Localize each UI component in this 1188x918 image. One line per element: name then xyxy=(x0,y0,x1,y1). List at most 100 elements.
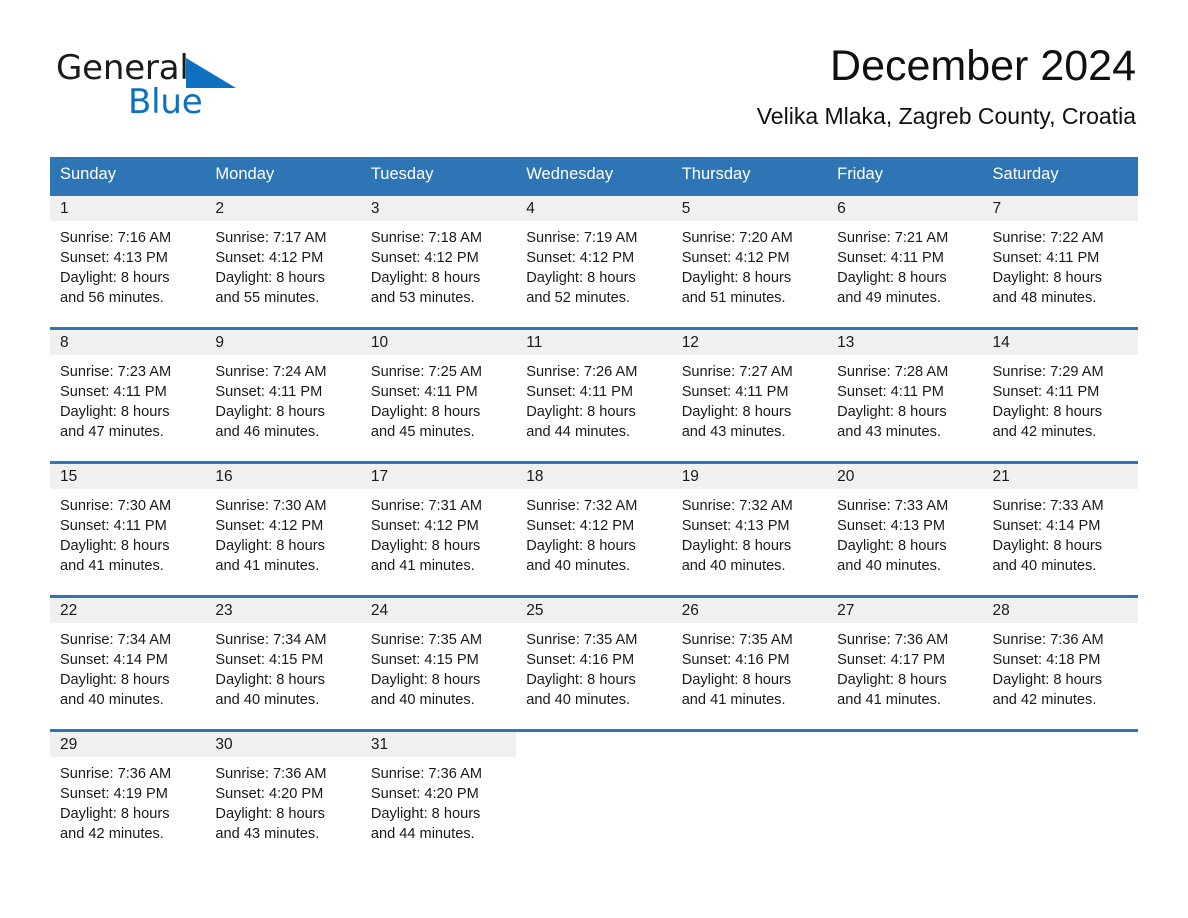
sunset-text: Sunset: 4:15 PM xyxy=(370,652,479,668)
daylight-text-line1: Daylight: 8 hours xyxy=(370,538,481,554)
daylight-text-line2: and 41 minutes. xyxy=(60,558,164,574)
day-details: Sunrise: 7:19 AM Sunset: 4:12 PM Daylight:… xyxy=(516,221,671,308)
daylight-text-line1: Daylight: 8 hours xyxy=(681,270,792,286)
daylight-text-line2: and 48 minutes. xyxy=(992,290,1097,306)
daylight-text-line2: and 43 minutes. xyxy=(215,826,320,842)
daylight-text-line2: and 42 minutes. xyxy=(992,692,1097,708)
calendar-day-cell[interactable]: 9 Sunrise: 7:24 AM Sunset: 4:11 PM Daylight… xyxy=(205,327,361,463)
sunrise-text: Sunrise: 7:36 AM xyxy=(837,632,949,648)
calendar-day-cell[interactable]: 6 Sunrise: 7:21 AM Sunset: 4:11 PM Daylight… xyxy=(827,193,983,329)
calendar-day-cell[interactable]: 29 Sunrise: 7:36 AM Sunset: 4:19 PM Dayligh… xyxy=(50,729,206,850)
sunrise-text: Sunrise: 7:35 AM xyxy=(370,632,482,648)
daylight-text-line2: and 44 minutes. xyxy=(370,826,475,842)
sunset-text: Sunset: 4:12 PM xyxy=(370,250,479,266)
calendar-day-cell-empty xyxy=(982,729,1138,850)
daylight-text-line1: Daylight: 8 hours xyxy=(526,672,636,688)
calendar-day-cell[interactable]: 8 Sunrise: 7:23 AM Sunset: 4:11 PM Daylight… xyxy=(50,327,206,463)
calendar-day-cell[interactable]: 7 Sunrise: 7:22 AM Sunset: 4:11 PM Daylight… xyxy=(982,193,1138,329)
calendar-day-cell[interactable]: 13 Sunrise: 7:28 AM Sunset: 4:11 PM Dayligh… xyxy=(827,327,983,463)
calendar-day-cell[interactable]: 5 Sunrise: 7:20 AM Sunset: 4:12 PM Daylight… xyxy=(671,193,828,329)
daylight-text-line1: Daylight: 8 hours xyxy=(370,672,481,688)
day-details xyxy=(516,757,671,764)
sunrise-text: Sunrise: 7:36 AM xyxy=(370,766,482,782)
sunrise-text: Sunrise: 7:30 AM xyxy=(215,498,327,514)
sunset-text: Sunset: 4:17 PM xyxy=(837,652,946,668)
day-number: 22 xyxy=(60,602,78,619)
day-number: 8 xyxy=(60,334,69,351)
day-number: 24 xyxy=(370,602,389,619)
calendar-day-cell[interactable]: 1 Sunrise: 7:16 AM Sunset: 4:13 PM Daylight… xyxy=(50,193,206,329)
calendar-day-cell[interactable]: 4 Sunrise: 7:19 AM Sunset: 4:12 PM Daylight… xyxy=(516,193,672,329)
sunset-text: Sunset: 4:12 PM xyxy=(526,518,635,534)
sunrise-text: Sunrise: 7:32 AM xyxy=(681,498,793,514)
calendar-day-cell[interactable]: 12 Sunrise: 7:27 AM Sunset: 4:11 PM Dayligh… xyxy=(671,327,828,463)
calendar-day-cell[interactable]: 24 Sunrise: 7:35 AM Sunset: 4:15 PM Dayligh… xyxy=(360,595,517,731)
day-number-band: 14 xyxy=(982,330,1138,355)
sunset-text: Sunset: 4:16 PM xyxy=(681,652,790,668)
sunset-text: Sunset: 4:16 PM xyxy=(526,652,635,668)
calendar-week-row: 15 Sunrise: 7:30 AM Sunset: 4:11 PM Dayligh… xyxy=(50,461,1138,597)
daylight-text-line2: and 52 minutes. xyxy=(526,290,631,306)
day-number-band xyxy=(827,732,982,757)
calendar-day-cell[interactable]: 31 Sunrise: 7:36 AM Sunset: 4:20 PM Dayligh… xyxy=(360,729,517,850)
calendar-day-cell[interactable]: 23 Sunrise: 7:34 AM Sunset: 4:15 PM Dayligh… xyxy=(205,595,361,731)
calendar-day-cell[interactable]: 19 Sunrise: 7:32 AM Sunset: 4:13 PM Dayligh… xyxy=(671,461,828,597)
calendar-day-cell[interactable]: 25 Sunrise: 7:35 AM Sunset: 4:16 PM Dayligh… xyxy=(516,595,672,731)
sunset-text: Sunset: 4:18 PM xyxy=(992,652,1101,668)
calendar-day-cell[interactable]: 10 Sunrise: 7:25 AM Sunset: 4:11 PM Dayligh… xyxy=(360,327,517,463)
daylight-text-line2: and 41 minutes. xyxy=(215,558,320,574)
daylight-text-line2: and 40 minutes. xyxy=(992,558,1097,574)
calendar-day-cell[interactable]: 21 Sunrise: 7:33 AM Sunset: 4:14 PM Dayligh… xyxy=(982,461,1138,597)
daylight-text-line2: and 40 minutes. xyxy=(837,558,941,574)
sunrise-text: Sunrise: 7:26 AM xyxy=(526,364,638,380)
calendar-day-cell-empty xyxy=(827,729,983,850)
calendar-day-cell[interactable]: 17 Sunrise: 7:31 AM Sunset: 4:12 PM Dayligh… xyxy=(360,461,517,597)
calendar-day-cell[interactable]: 3 Sunrise: 7:18 AM Sunset: 4:12 PM Daylight… xyxy=(360,193,517,329)
sunrise-text: Sunrise: 7:22 AM xyxy=(992,230,1104,246)
calendar-day-cell[interactable]: 22 Sunrise: 7:34 AM Sunset: 4:14 PM Dayligh… xyxy=(50,595,206,731)
sunrise-text: Sunrise: 7:29 AM xyxy=(992,364,1104,380)
day-number: 29 xyxy=(60,736,78,753)
daylight-text-line1: Daylight: 8 hours xyxy=(370,404,481,420)
sunrise-text: Sunrise: 7:35 AM xyxy=(526,632,638,648)
calendar-day-cell[interactable]: 14 Sunrise: 7:29 AM Sunset: 4:11 PM Dayligh… xyxy=(982,327,1138,463)
daylight-text-line2: and 51 minutes. xyxy=(681,290,786,306)
daylight-text-line2: and 43 minutes. xyxy=(681,424,786,440)
daylight-text-line2: and 40 minutes. xyxy=(370,692,475,708)
daylight-text-line1: Daylight: 8 hours xyxy=(992,538,1103,554)
sunrise-text: Sunrise: 7:30 AM xyxy=(60,498,172,514)
daylight-text-line1: Daylight: 8 hours xyxy=(215,404,325,420)
sunset-text: Sunset: 4:15 PM xyxy=(215,652,324,668)
calendar-day-cell[interactable]: 28 Sunrise: 7:36 AM Sunset: 4:18 PM Dayligh… xyxy=(982,595,1138,731)
calendar-day-cell[interactable]: 27 Sunrise: 7:36 AM Sunset: 4:17 PM Dayligh… xyxy=(827,595,983,731)
day-number: 10 xyxy=(370,334,389,351)
sunrise-text: Sunrise: 7:34 AM xyxy=(60,632,172,648)
calendar-day-cell[interactable]: 16 Sunrise: 7:30 AM Sunset: 4:12 PM Dayligh… xyxy=(205,461,361,597)
calendar-day-cell[interactable]: 20 Sunrise: 7:33 AM Sunset: 4:13 PM Dayligh… xyxy=(827,461,983,597)
sunset-text: Sunset: 4:11 PM xyxy=(837,384,944,400)
calendar-day-cell[interactable]: 18 Sunrise: 7:32 AM Sunset: 4:12 PM Dayligh… xyxy=(516,461,672,597)
day-details: Sunrise: 7:34 AM Sunset: 4:15 PM Daylight:… xyxy=(205,623,360,710)
day-details: Sunrise: 7:30 AM Sunset: 4:11 PM Daylight:… xyxy=(50,489,205,576)
day-number-band: 2 xyxy=(205,196,361,221)
calendar-day-cell[interactable]: 2 Sunrise: 7:17 AM Sunset: 4:12 PM Daylight… xyxy=(205,193,361,329)
calendar-day-cell[interactable]: 15 Sunrise: 7:30 AM Sunset: 4:11 PM Dayligh… xyxy=(50,461,206,597)
daylight-text-line2: and 44 minutes. xyxy=(526,424,631,440)
sunset-text: Sunset: 4:12 PM xyxy=(215,250,324,266)
general-blue-logo[interactable]: General Blue xyxy=(56,48,356,128)
sunset-text: Sunset: 4:11 PM xyxy=(526,384,634,400)
calendar-day-cell[interactable]: 30 Sunrise: 7:36 AM Sunset: 4:20 PM Dayligh… xyxy=(205,729,361,850)
daylight-text-line2: and 41 minutes. xyxy=(837,692,941,708)
day-number: 16 xyxy=(215,468,233,485)
day-number: 18 xyxy=(526,468,544,485)
sunrise-text: Sunrise: 7:36 AM xyxy=(60,766,172,782)
day-number: 12 xyxy=(681,334,699,351)
page-header: General Blue December 2024 Velika Mlaka,… xyxy=(0,0,1188,129)
daylight-text-line1: Daylight: 8 hours xyxy=(992,404,1103,420)
calendar-day-cell[interactable]: 11 Sunrise: 7:26 AM Sunset: 4:11 PM Dayligh… xyxy=(516,327,672,463)
daylight-text-line1: Daylight: 8 hours xyxy=(215,270,325,286)
sunrise-text: Sunrise: 7:33 AM xyxy=(837,498,949,514)
day-number-band: 31 xyxy=(360,732,517,757)
calendar-day-cell[interactable]: 26 Sunrise: 7:35 AM Sunset: 4:16 PM Dayligh… xyxy=(671,595,828,731)
day-number-band: 27 xyxy=(827,598,983,623)
